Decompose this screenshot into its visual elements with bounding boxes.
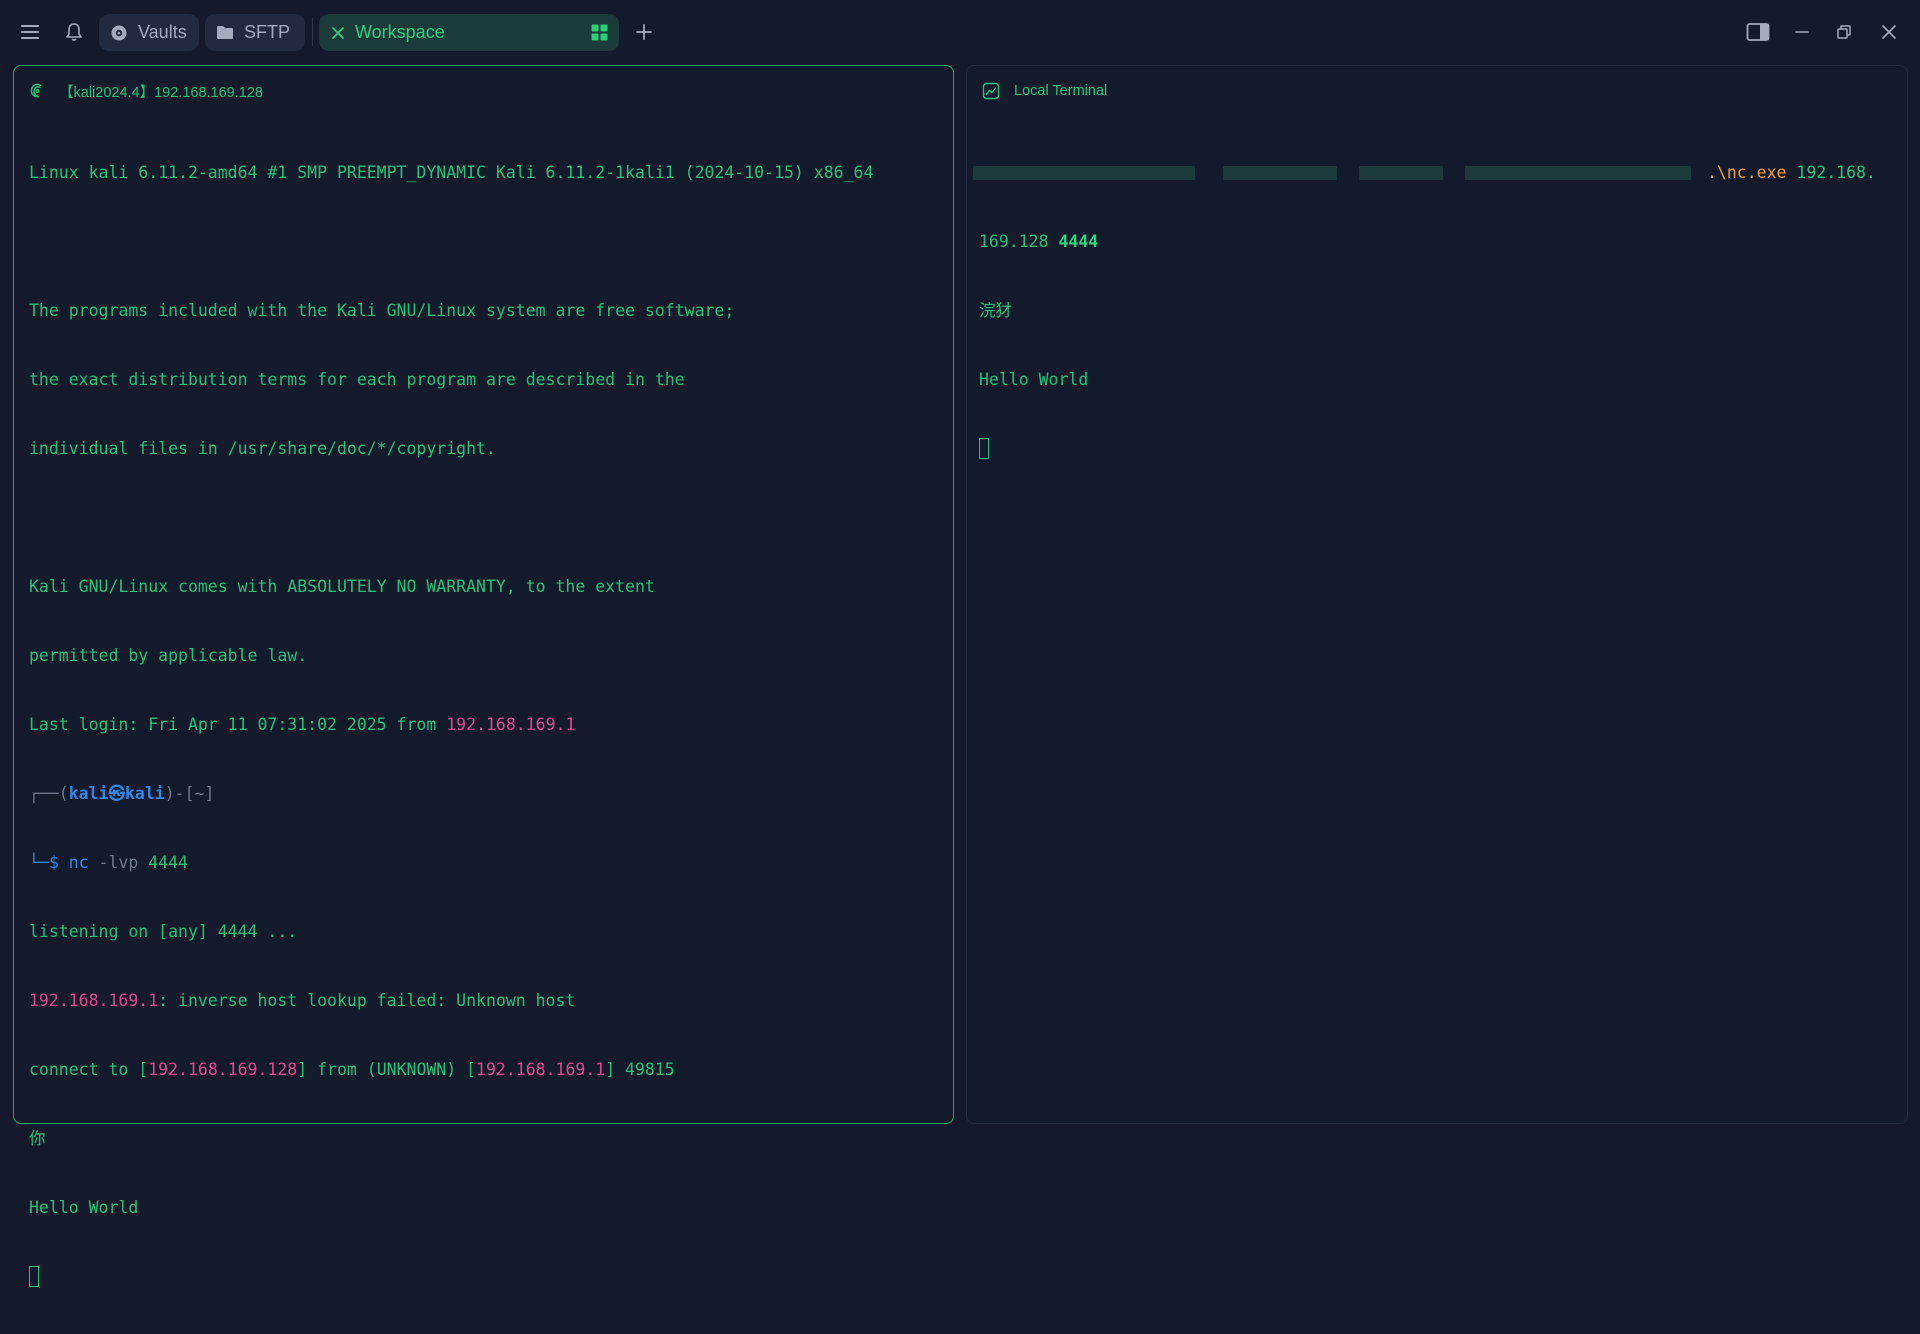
sidebar-panel-icon[interactable] — [1744, 16, 1772, 48]
tab-divider — [312, 18, 313, 46]
prompt-user: kali㉿kali — [68, 784, 165, 803]
tab-vaults-label: Vaults — [138, 22, 187, 42]
redacted-text — [1465, 166, 1691, 180]
ip-address: 192.168.169.1 — [476, 1060, 606, 1079]
debian-swirl-icon — [29, 82, 45, 100]
terminal-output[interactable]: .\nc.exe 192.168. 169.128 4444 浣犲 Hello … — [973, 115, 1897, 506]
redacted-text — [1223, 166, 1337, 180]
bell-icon[interactable] — [60, 16, 88, 48]
command-port: 4444 — [1058, 232, 1099, 251]
command-args: -lvp — [88, 853, 149, 872]
tab-workspace-label: Workspace — [355, 22, 445, 42]
cursor-line — [29, 1265, 943, 1288]
ip-address: 192.168.169.1 — [446, 715, 576, 734]
prompt-line: ┌──(kali㉿kali)-[~] — [29, 782, 943, 805]
terminal-line: Kali GNU/Linux comes with ABSOLUTELY NO … — [29, 577, 655, 596]
prompt-path: )-[~] — [164, 784, 215, 803]
redacted-text — [973, 166, 1195, 180]
redacted-text — [1359, 166, 1443, 180]
connect-text: ] 49815 — [605, 1060, 675, 1079]
command-ip: 169.128 — [979, 232, 1059, 251]
pane-title: 【kali2024.4】192.168.169.128 — [59, 84, 263, 101]
connect-text: connect to [ — [29, 1060, 149, 1079]
close-window-icon[interactable] — [1875, 16, 1903, 48]
folder-icon — [216, 25, 234, 40]
command-line: └─$ nc -lvp 4444 — [29, 851, 943, 874]
last-login-line: Last login: Fri Apr 11 07:31:02 2025 fro… — [29, 713, 943, 736]
redacted-command-line: .\nc.exe 192.168. — [973, 161, 1897, 184]
vault-icon — [110, 24, 128, 42]
pane-header: Local Terminal — [967, 66, 1907, 116]
plus-icon[interactable] — [630, 16, 658, 48]
last-login-text: Last login: Fri Apr 11 07:31:02 2025 fro… — [29, 715, 447, 734]
prompt-box: ┌──( — [29, 784, 69, 803]
terminal-line: listening on [any] 4444 ... — [29, 922, 298, 941]
terminal-line: permitted by applicable law. — [29, 646, 308, 665]
terminal-line: individual files in /usr/share/doc/*/cop… — [29, 439, 496, 458]
hamburger-menu-icon[interactable] — [16, 16, 44, 48]
pane-header: 【kali2024.4】192.168.169.128 — [14, 66, 953, 116]
terminal-icon — [982, 82, 1000, 100]
ip-address: 192.168.169.1 — [29, 991, 159, 1010]
tab-sftp-label: SFTP — [244, 22, 291, 42]
command-port: 4444 — [148, 853, 188, 872]
close-tab-icon[interactable] — [331, 26, 345, 40]
lookup-text: : inverse host lookup failed: Unknown ho… — [158, 991, 576, 1010]
minimize-icon[interactable] — [1788, 16, 1816, 48]
terminal-line: Linux kali 6.11.2-amd64 #1 SMP PREEMPT_D… — [29, 163, 874, 182]
local-terminal-pane[interactable]: Local Terminal .\nc.exe 192.168. 169.128… — [966, 65, 1908, 1124]
terminal-cursor — [979, 438, 989, 459]
tab-vaults[interactable]: Vaults — [99, 14, 199, 51]
layout-grid-icon[interactable] — [591, 24, 608, 46]
tab-workspace[interactable]: Workspace — [319, 14, 619, 51]
tab-sftp[interactable]: SFTP — [205, 14, 305, 51]
cursor-line — [979, 437, 1897, 460]
terminal-line: 你 — [29, 1129, 46, 1148]
pane-title: Local Terminal — [1014, 83, 1108, 99]
terminal-line: Hello World — [979, 370, 1089, 389]
terminal-cursor — [29, 1266, 39, 1287]
command-ip: 192.168. — [1786, 163, 1876, 182]
command-name: nc — [68, 853, 89, 872]
restore-icon[interactable] — [1830, 16, 1858, 48]
connect-text: ] from (UNKNOWN) [ — [297, 1060, 477, 1079]
title-bar: Vaults SFTP Workspace — [0, 0, 1920, 64]
command-continued-line: 169.128 4444 — [979, 230, 1897, 253]
ssh-terminal-pane[interactable]: 【kali2024.4】192.168.169.128 Linux kali 6… — [13, 65, 954, 1287]
terminal-output[interactable]: Linux kali 6.11.2-amd64 #1 SMP PREEMPT_D… — [29, 115, 943, 1334]
connect-line: connect to [192.168.169.128] from (UNKNO… — [29, 1058, 943, 1081]
terminal-line: Hello World — [29, 1198, 139, 1217]
terminal-line: The programs included with the Kali GNU/… — [29, 301, 735, 320]
lookup-line: 192.168.169.1: inverse host lookup faile… — [29, 989, 943, 1012]
terminal-line: the exact distribution terms for each pr… — [29, 370, 685, 389]
terminal-line: 浣犲 — [979, 301, 1012, 320]
ip-address: 192.168.169.128 — [148, 1060, 298, 1079]
prompt-dollar: └─$ — [29, 853, 69, 872]
command-exe: .\nc.exe — [1707, 163, 1787, 182]
